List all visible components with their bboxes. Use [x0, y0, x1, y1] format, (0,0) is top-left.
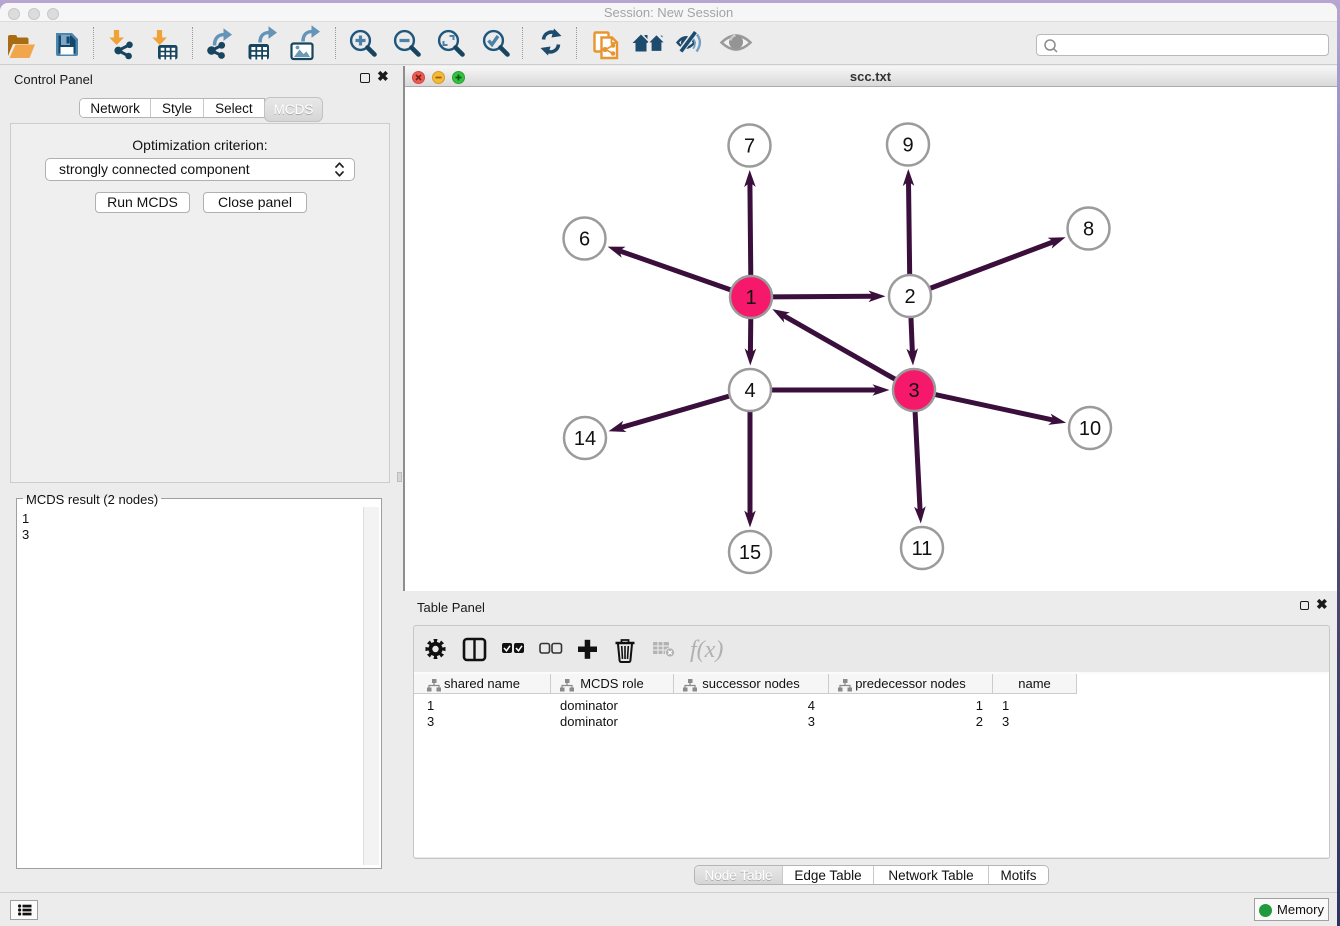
- svg-text:15: 15: [739, 542, 761, 564]
- svg-text:8: 8: [1083, 219, 1094, 241]
- svg-text:f(x): f(x): [690, 637, 723, 663]
- svg-text:11: 11: [912, 538, 933, 560]
- svg-text:4: 4: [744, 380, 755, 402]
- svg-text:2: 2: [904, 286, 915, 308]
- svg-text:14: 14: [574, 428, 596, 450]
- svg-text:3: 3: [908, 380, 919, 402]
- svg-text:6: 6: [579, 229, 590, 251]
- svg-text:7: 7: [744, 136, 755, 158]
- svg-text:1: 1: [745, 287, 756, 309]
- svg-text:9: 9: [902, 135, 913, 157]
- svg-text:10: 10: [1079, 418, 1101, 440]
